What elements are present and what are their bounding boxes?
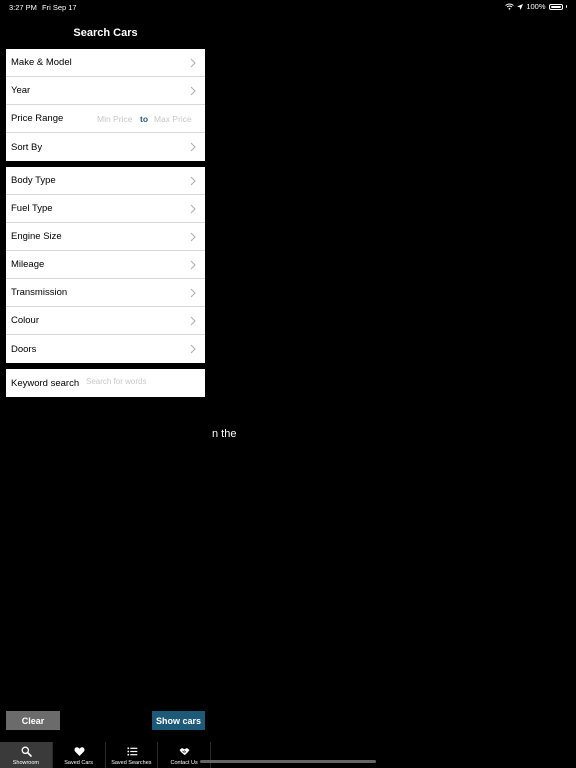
background-text: n the (212, 428, 237, 440)
row-transmission[interactable]: Transmission (6, 279, 205, 307)
chevron-right-icon (190, 142, 196, 152)
page-title: Search Cars (73, 27, 138, 39)
row-make-model-label: Make & Model (11, 57, 72, 68)
max-price-field[interactable]: Max Price (154, 114, 192, 124)
keyword-search-label: Keyword search (11, 377, 80, 389)
chevron-right-icon (190, 260, 196, 270)
keyword-search-input[interactable] (86, 377, 196, 386)
battery-percentage: 100% (526, 2, 546, 11)
home-indicator[interactable] (200, 760, 376, 763)
heart-icon (74, 747, 85, 756)
handshake-icon (179, 748, 190, 755)
row-keyword-search: Keyword search (6, 369, 205, 397)
chevron-right-icon (190, 232, 196, 242)
row-make-model[interactable]: Make & Model (6, 49, 205, 77)
tab-saved-cars-label: Saved Cars (64, 760, 93, 766)
clear-button[interactable]: Clear (6, 711, 60, 730)
row-price-range: Price Range Min Price to Max Price (6, 105, 205, 133)
status-bar: 3:27 PM Fri Sep 17 100% (0, 0, 576, 14)
tab-showroom-label: Showroom (12, 760, 40, 766)
status-right: 100% (505, 2, 567, 11)
chevron-right-icon (190, 176, 196, 186)
row-body-type[interactable]: Body Type (6, 167, 205, 195)
tab-saved-cars[interactable]: Saved Cars (53, 742, 106, 768)
tab-saved-searches-label: Saved Searches (111, 760, 152, 766)
search-icon (21, 746, 32, 757)
row-year-label: Year (11, 85, 31, 96)
wifi-icon (505, 3, 515, 10)
chevron-right-icon (190, 86, 196, 96)
row-mileage[interactable]: Mileage (6, 251, 205, 279)
keyword-search-group: Keyword search (6, 369, 205, 397)
row-fuel-type[interactable]: Fuel Type (6, 195, 205, 223)
show-cars-button[interactable]: Show cars (152, 711, 205, 730)
list-icon (127, 747, 137, 756)
price-range-label: Price Range (11, 113, 64, 124)
row-transmission-label: Transmission (11, 287, 68, 298)
chevron-right-icon (190, 204, 196, 214)
search-group-primary: Make & Model Year Price Range Min Price … (6, 49, 205, 161)
row-mileage-label: Mileage (11, 259, 45, 270)
row-fuel-type-label: Fuel Type (11, 203, 53, 214)
row-engine-size-label: Engine Size (11, 231, 62, 242)
tab-showroom[interactable]: Showroom (0, 742, 53, 768)
row-doors[interactable]: Doors (6, 335, 205, 363)
battery-icon (548, 3, 563, 10)
tab-bar: Showroom Saved Cars Saved Searches Conta… (0, 742, 211, 768)
row-year[interactable]: Year (6, 77, 205, 105)
row-doors-label: Doors (11, 343, 37, 355)
chevron-right-icon (190, 288, 196, 298)
row-body-type-label: Body Type (11, 175, 56, 186)
row-sort-by-label: Sort By (11, 141, 43, 153)
price-separator: to (140, 113, 149, 124)
tab-contact-us[interactable]: Contact Us (158, 742, 211, 768)
chevron-right-icon (190, 316, 196, 326)
row-colour[interactable]: Colour (6, 307, 205, 335)
row-engine-size[interactable]: Engine Size (6, 223, 205, 251)
status-time: 3:27 PM (9, 3, 37, 12)
location-arrow-icon (517, 3, 524, 10)
row-colour-label: Colour (11, 315, 39, 326)
battery-tip (565, 5, 567, 8)
min-price-field[interactable]: Min Price (97, 114, 132, 124)
chevron-right-icon (190, 58, 196, 68)
status-date: Fri Sep 17 (42, 3, 77, 12)
chevron-right-icon (190, 344, 196, 354)
search-group-filters: Body Type Fuel Type Engine Size Mileage … (6, 167, 205, 363)
row-sort-by[interactable]: Sort By (6, 133, 205, 161)
tab-saved-searches[interactable]: Saved Searches (106, 742, 159, 768)
